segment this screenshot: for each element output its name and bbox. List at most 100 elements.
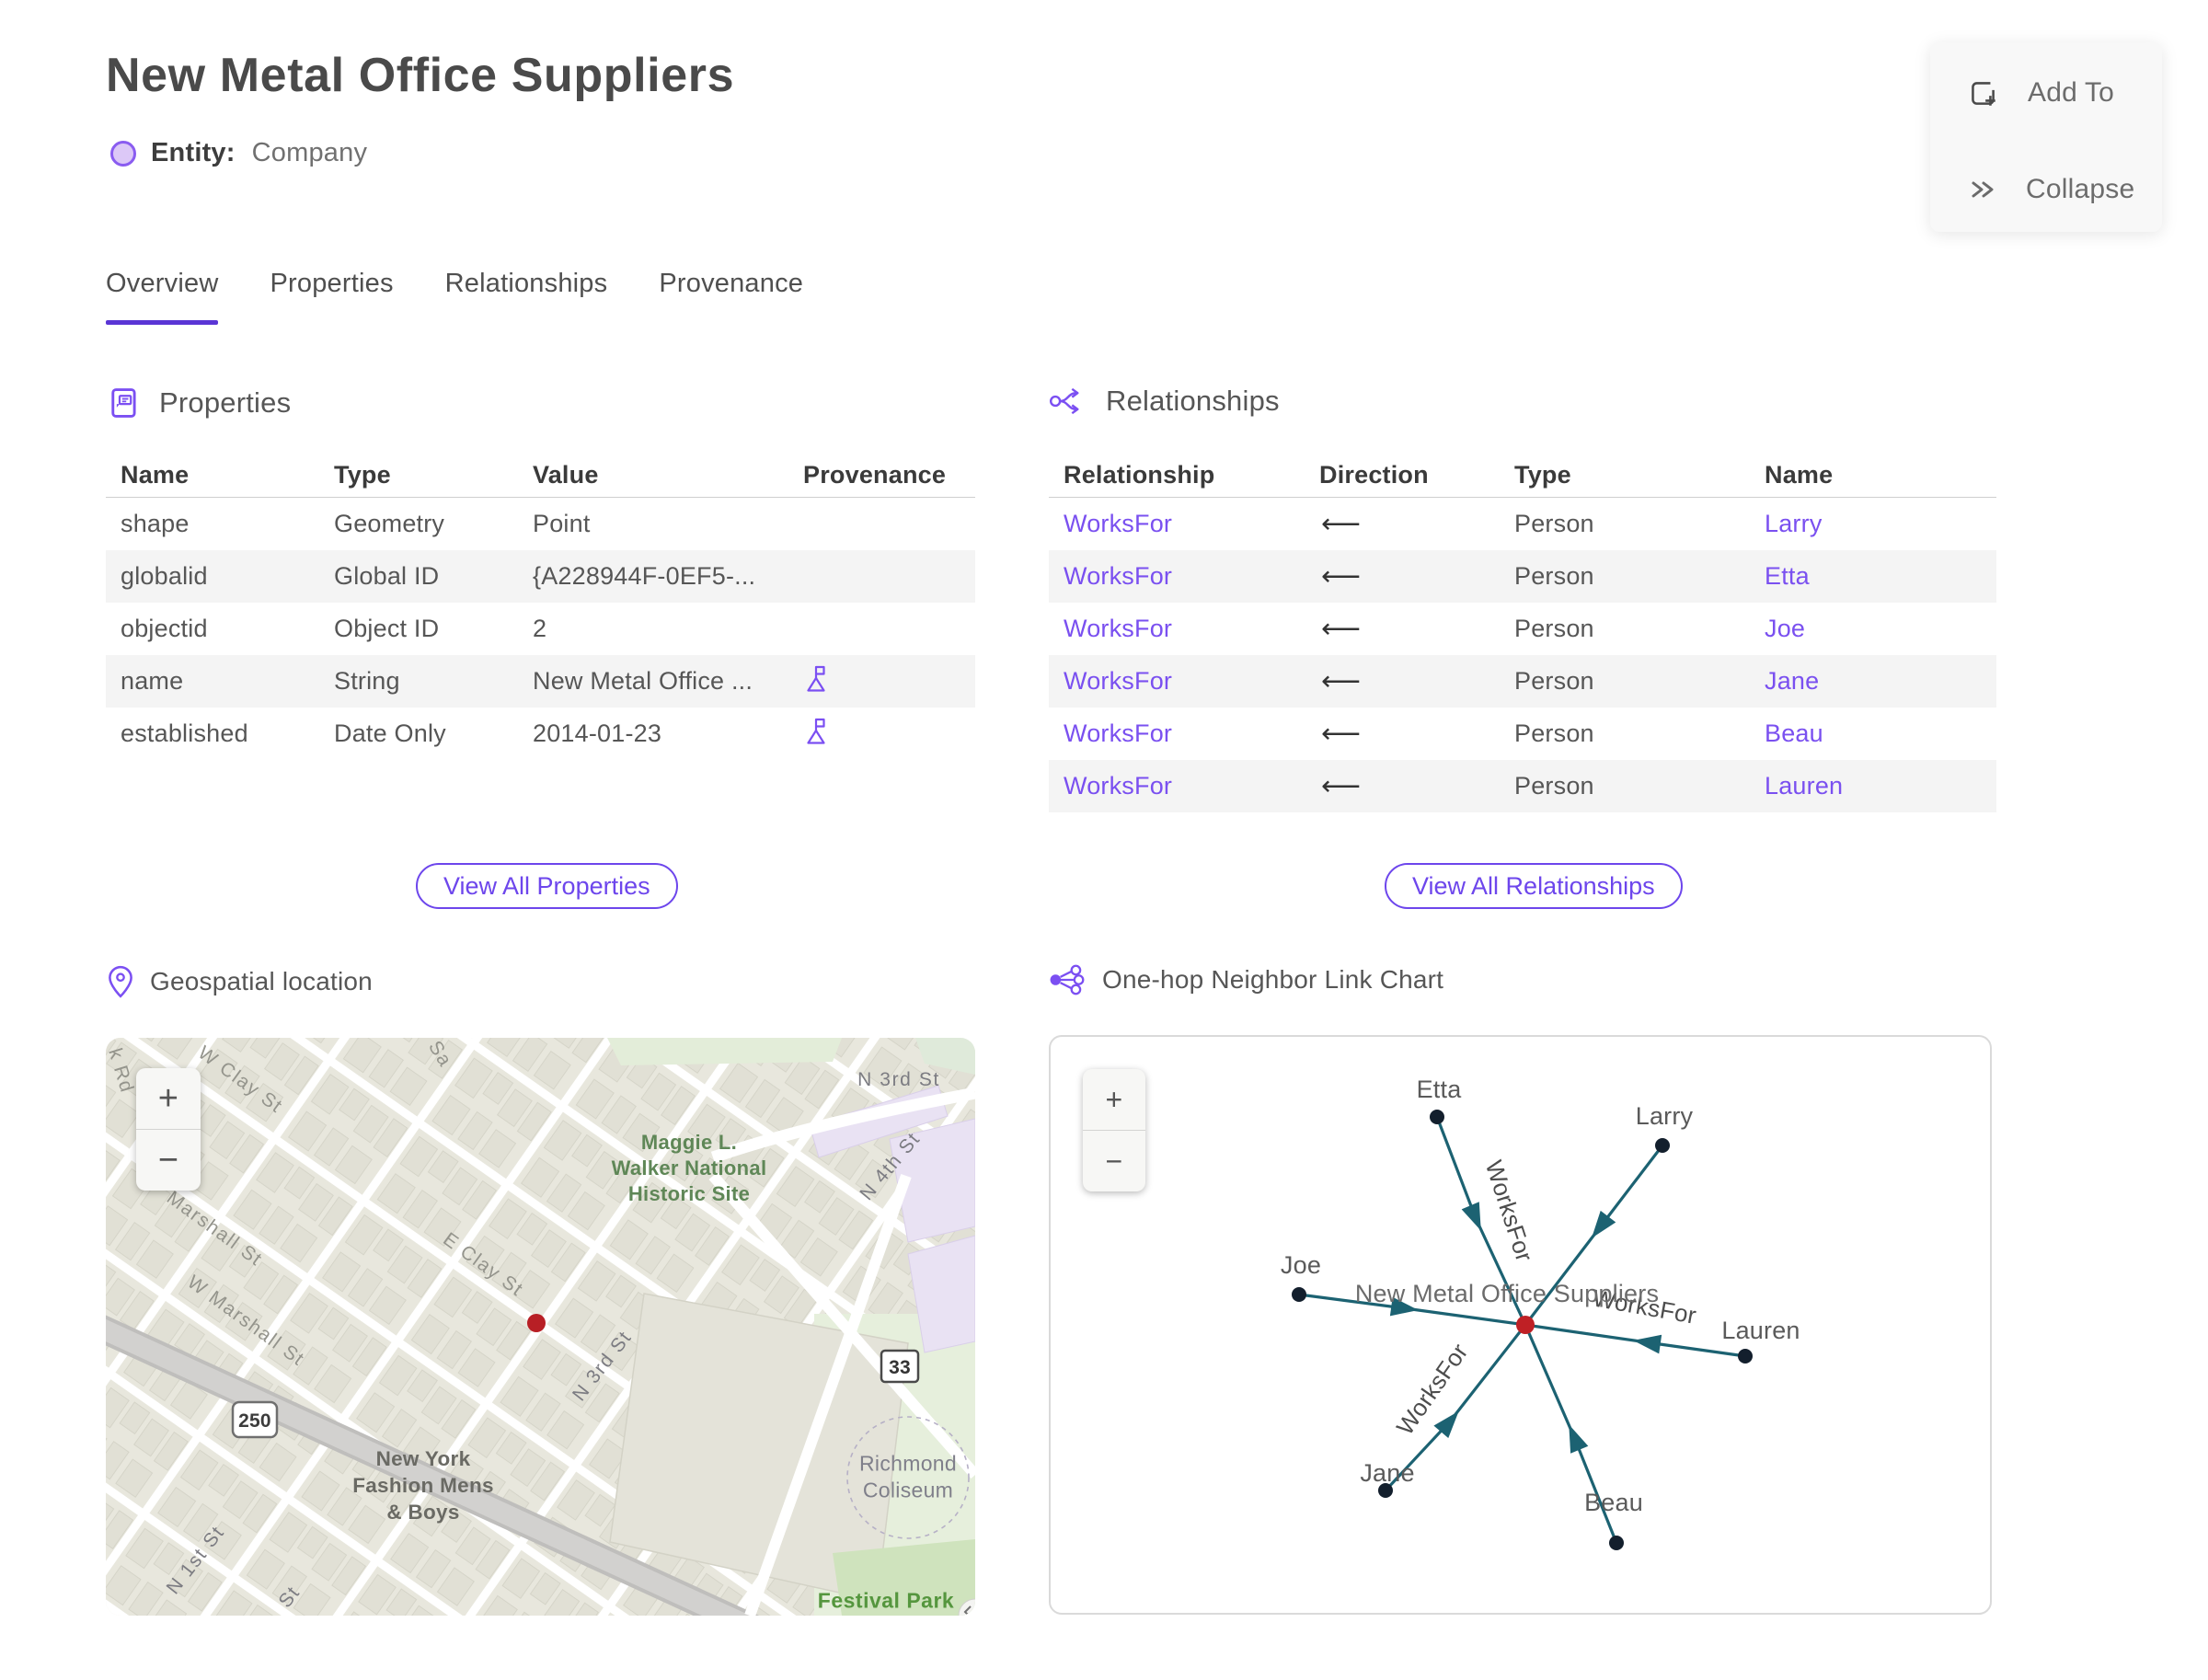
add-to-button[interactable]: Add To (1965, 75, 2114, 110)
entity-location-marker[interactable] (527, 1314, 546, 1332)
table-row: name String New Metal Office ... (106, 655, 975, 708)
direction-arrow: ⟵ (1321, 666, 1362, 696)
view-all-relationships-button[interactable]: View All Relationships (1385, 863, 1683, 909)
node-label: Jane (1360, 1459, 1414, 1487)
properties-table-header: Name Type Value Provenance (106, 453, 975, 498)
related-entity-link[interactable]: Jane (1750, 667, 1996, 696)
related-entity-link[interactable]: Lauren (1750, 772, 1996, 800)
relationships-icon (1049, 385, 1089, 418)
prop-type: Date Only (334, 719, 446, 747)
entity-label: Entity: (151, 138, 236, 167)
collapse-button[interactable]: Collapse (1965, 173, 2134, 206)
link-chart-canvas[interactable]: WorksFor WorksFor WorksFor Etta Larry Jo… (1049, 1035, 1992, 1615)
table-row: WorksFor ⟵ Person Jane (1049, 655, 1996, 708)
node-label: Etta (1417, 1076, 1463, 1103)
node-label: Joe (1281, 1251, 1321, 1279)
prop-value: 2 (533, 615, 547, 642)
route-shield-33: 33 (880, 1349, 920, 1384)
zoom-in-button[interactable]: + (1083, 1069, 1145, 1130)
relationship-link[interactable]: WorksFor (1049, 510, 1305, 538)
col-type: Type (334, 460, 391, 489)
node-lauren[interactable] (1738, 1349, 1753, 1364)
relationship-link[interactable]: WorksFor (1049, 615, 1305, 643)
table-row: WorksFor ⟵ Person Larry (1049, 498, 1996, 550)
entity-type-dot-icon (110, 140, 136, 167)
zoom-in-button[interactable]: + (136, 1068, 201, 1129)
node-label: Larry (1636, 1102, 1694, 1130)
geospatial-section-header: Geospatial location (106, 964, 373, 999)
edge-lauren (1524, 1323, 1746, 1358)
relationship-link[interactable]: WorksFor (1049, 772, 1305, 800)
rel-type: Person (1514, 772, 1594, 800)
rel-type: Person (1514, 562, 1594, 590)
prop-type: Object ID (334, 615, 440, 642)
col-name: Name (1765, 460, 1834, 489)
direction-arrow: ⟵ (1321, 771, 1362, 801)
prop-type: String (334, 667, 400, 695)
rel-type: Person (1514, 615, 1594, 642)
table-row: globalid Global ID {A228944F-0EF5-... (106, 550, 975, 603)
center-node-label: New Metal Office Suppliers (1355, 1280, 1659, 1307)
link-chart-section-title: One-hop Neighbor Link Chart (1102, 965, 1444, 994)
direction-arrow: ⟵ (1321, 719, 1362, 749)
related-entity-link[interactable]: Joe (1750, 615, 1996, 643)
node-center-entity[interactable] (1516, 1316, 1535, 1334)
relationship-link[interactable]: WorksFor (1049, 719, 1305, 748)
provenance-flag-icon[interactable] (777, 716, 975, 752)
tab-relationships[interactable]: Relationships (445, 269, 608, 325)
provenance-flag-icon[interactable] (777, 663, 975, 699)
rel-type: Person (1514, 667, 1594, 695)
node-label: Beau (1584, 1489, 1643, 1516)
relationships-section-title: Relationships (1106, 385, 1280, 417)
table-row: shape Geometry Point (106, 498, 975, 550)
collapse-label: Collapse (2026, 174, 2135, 204)
col-value: Value (533, 460, 599, 489)
prop-name: name (121, 667, 184, 695)
node-larry[interactable] (1655, 1138, 1670, 1153)
related-entity-link[interactable]: Larry (1750, 510, 1996, 538)
prop-name: established (121, 719, 248, 747)
col-name: Name (121, 460, 190, 489)
table-row: objectid Object ID 2 (106, 603, 975, 655)
prop-name: shape (121, 510, 190, 537)
route-shield-250: 250 (231, 1400, 279, 1439)
view-all-properties-button[interactable]: View All Properties (416, 863, 678, 909)
direction-arrow: ⟵ (1321, 509, 1362, 539)
relationship-link[interactable]: WorksFor (1049, 562, 1305, 591)
related-entity-link[interactable]: Beau (1750, 719, 1996, 748)
tab-overview[interactable]: Overview (106, 269, 219, 325)
direction-arrow: ⟵ (1321, 614, 1362, 644)
col-type: Type (1514, 460, 1571, 489)
rel-type: Person (1514, 719, 1594, 747)
svg-text:250: 250 (238, 1410, 271, 1432)
properties-section-title: Properties (159, 386, 292, 419)
map-zoom-control: + − (136, 1068, 201, 1191)
double-chevron-right-icon (1965, 173, 1998, 206)
table-row: established Date Only 2014-01-23 (106, 708, 975, 760)
relationships-table: Relationship Direction Type Name WorksFo… (1049, 453, 1996, 812)
prop-value: {A228944F-0EF5-... (533, 562, 756, 590)
svg-text:33: 33 (889, 1357, 911, 1378)
prop-type: Geometry (334, 510, 445, 537)
table-row: WorksFor ⟵ Person Joe (1049, 603, 1996, 655)
entity-subtitle: Entity: Company (110, 138, 367, 168)
related-entity-link[interactable]: Etta (1750, 562, 1996, 591)
node-etta[interactable] (1430, 1110, 1444, 1124)
zoom-out-button[interactable]: − (1083, 1130, 1145, 1191)
prop-value: Point (533, 510, 591, 537)
page-title: New Metal Office Suppliers (106, 49, 735, 102)
prop-name: objectid (121, 615, 208, 642)
tab-provenance[interactable]: Provenance (659, 269, 803, 325)
col-provenance: Provenance (803, 460, 947, 489)
map-canvas[interactable]: 250 33 k Rd W Clay St Sa Marshall St W M… (106, 1038, 975, 1616)
tab-properties[interactable]: Properties (270, 269, 393, 325)
prop-name: globalid (121, 562, 208, 590)
relationship-link[interactable]: WorksFor (1049, 667, 1305, 696)
properties-table: Name Type Value Provenance shape Geometr… (106, 453, 975, 760)
node-joe[interactable] (1292, 1287, 1306, 1302)
entity-detail-page: New Metal Office Suppliers Entity: Compa… (0, 0, 2208, 1680)
relationships-section-header: Relationships (1049, 385, 1280, 418)
basemap: 250 33 (106, 1038, 975, 1616)
zoom-out-button[interactable]: − (136, 1129, 201, 1191)
node-beau[interactable] (1609, 1536, 1624, 1550)
